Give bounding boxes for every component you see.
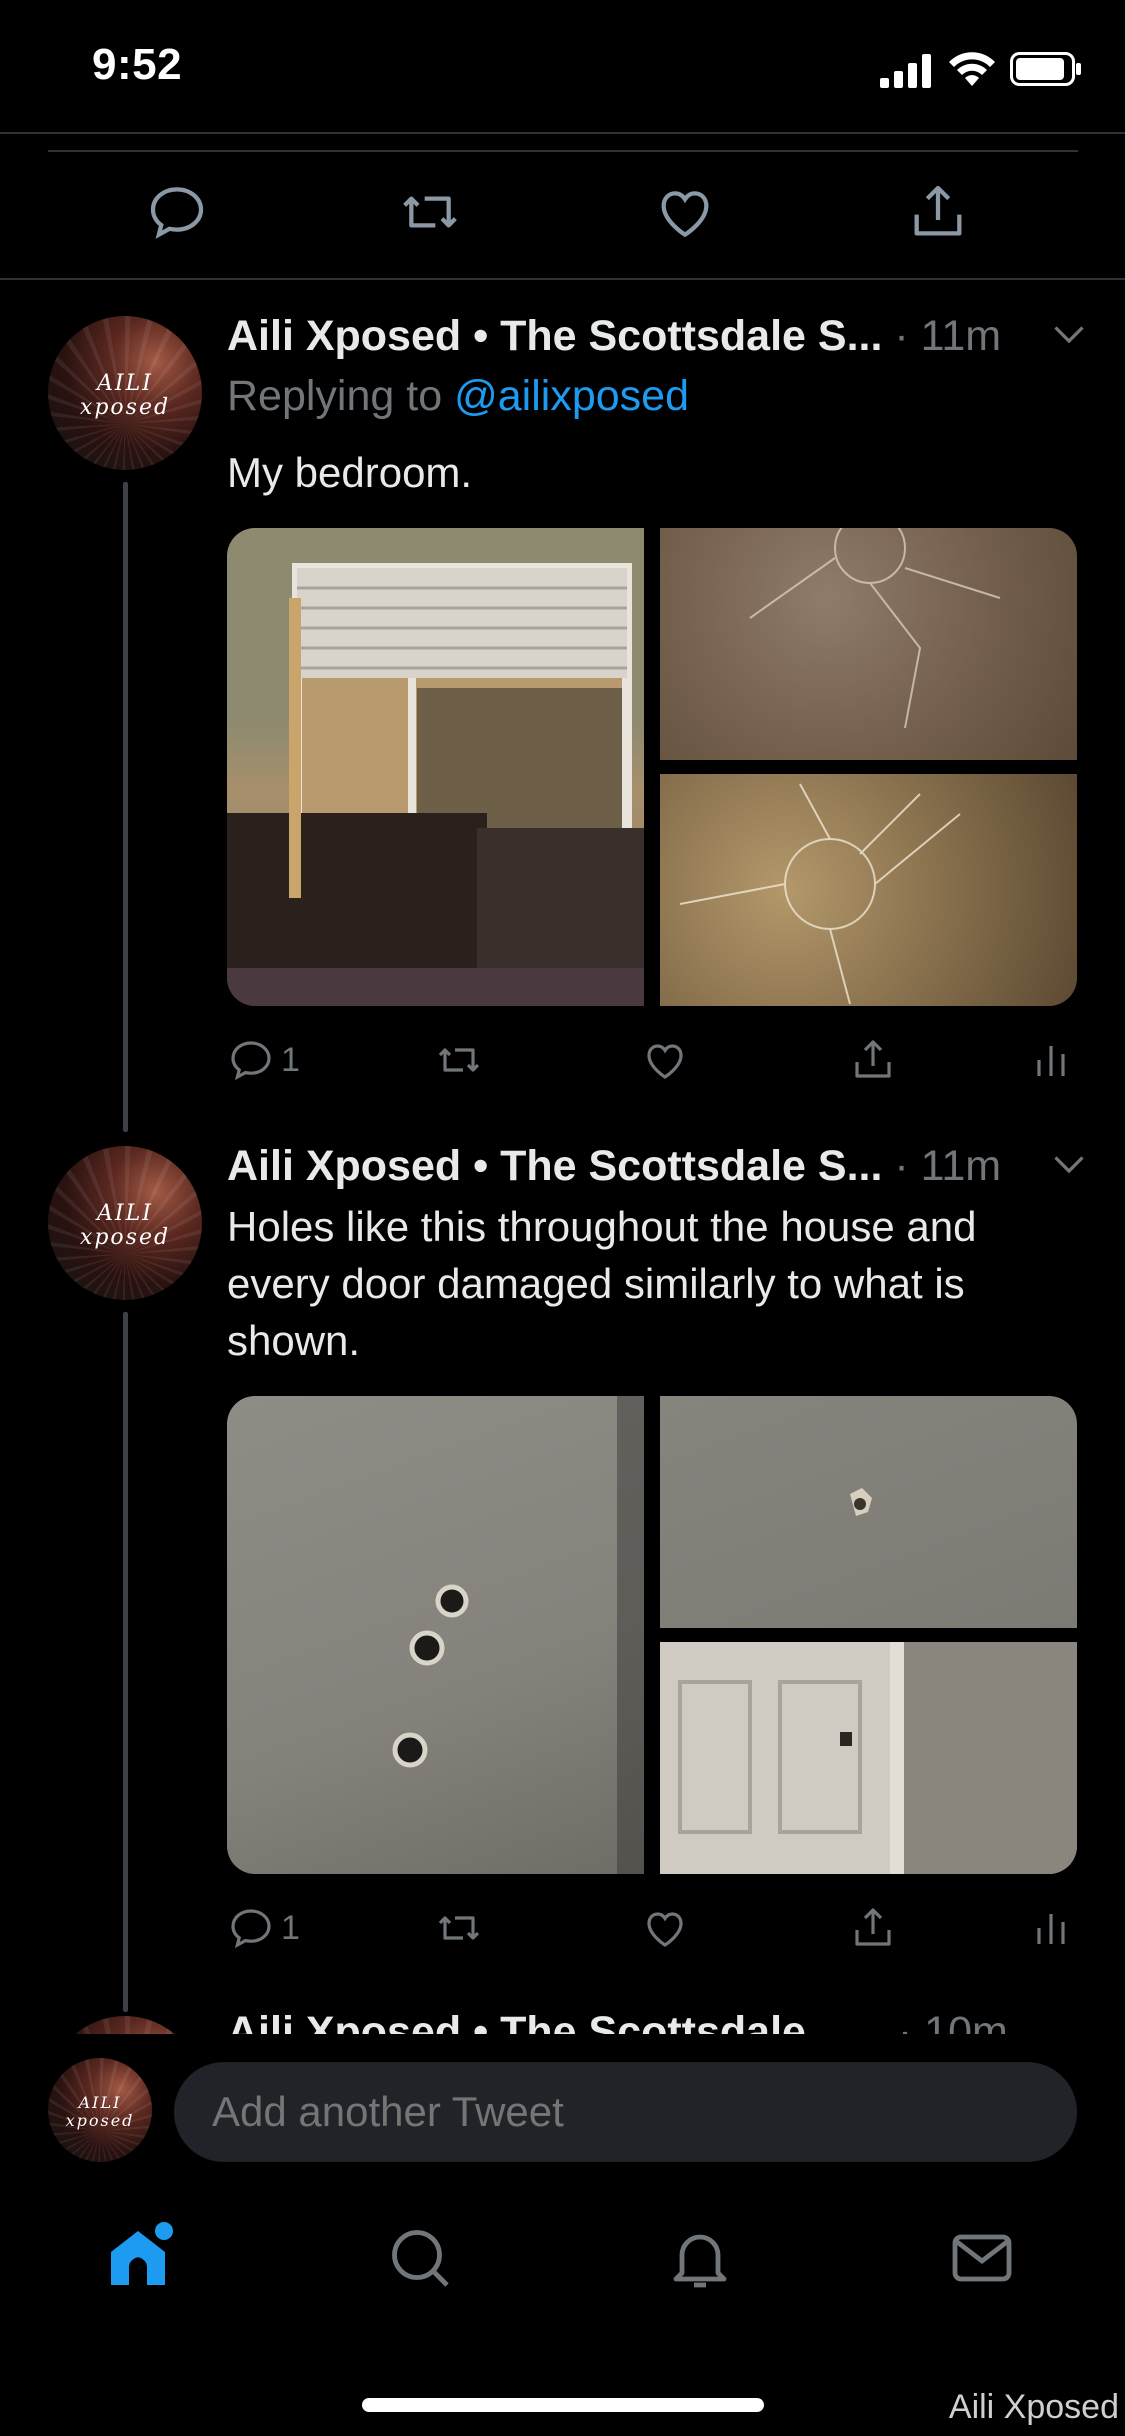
like-button[interactable] (641, 1898, 689, 1958)
home-indicator[interactable] (362, 2398, 764, 2412)
avatar: AILI xposed (48, 2058, 152, 2162)
divider (0, 132, 1125, 134)
author-name[interactable]: Aili Xposed • The Scottsdale S... (227, 1142, 882, 1190)
wifi-icon (949, 52, 995, 86)
reply-button[interactable]: 1 (227, 1898, 300, 1958)
media-photo-broken-glass[interactable] (660, 528, 1077, 760)
reply-prefix: Replying to (227, 372, 443, 420)
replying-to: Replying to @ailixposed (227, 366, 689, 426)
like-button[interactable] (641, 1030, 689, 1090)
analytics-button[interactable] (1027, 1898, 1075, 1958)
avatar[interactable]: AILI xposed (48, 1146, 202, 1300)
analytics-icon (1037, 1046, 1065, 1076)
notifications-icon (673, 2234, 727, 2288)
analytics-icon (1037, 1914, 1065, 1944)
reply-button[interactable]: 1 (227, 1030, 300, 1090)
tab-bar (0, 2200, 1125, 2340)
tweet-header: Aili Xposed • The Scottsdale S... · 11m (227, 1136, 1087, 1196)
share-button[interactable] (906, 180, 976, 250)
thread-line (123, 1312, 128, 2012)
divider (0, 278, 1125, 280)
share-icon (855, 1908, 891, 1946)
cellular-signal-icon (880, 54, 931, 88)
retweet-button[interactable] (398, 180, 468, 250)
compose-bar: AILI xposed (0, 2034, 1125, 2184)
reply-handle[interactable]: @ailixposed (454, 372, 689, 420)
watermark: Aili Xposed (948, 2388, 1119, 2426)
chevron-down-icon[interactable] (1051, 1150, 1087, 1180)
reply-count: 1 (281, 1908, 300, 1947)
home-notification-dot (155, 2222, 173, 2240)
status-bar: 9:52 (0, 0, 1125, 132)
analytics-button[interactable] (1027, 1030, 1075, 1090)
reply-icon (231, 1041, 271, 1081)
thread-line (123, 482, 128, 1132)
add-tweet-input[interactable] (174, 2062, 1077, 2162)
avatar[interactable]: AILI xposed (48, 316, 202, 470)
avatar-text: AILI xposed (79, 371, 171, 420)
retweet-icon (403, 196, 457, 228)
tab-notifications[interactable] (664, 2222, 744, 2302)
previous-tweet-actions (0, 150, 1125, 280)
reply-count: 1 (281, 1040, 300, 1079)
avatar-text: AILI xposed (65, 2093, 135, 2130)
reply-button[interactable] (145, 180, 215, 250)
tweet-time: · 11m (894, 1142, 1002, 1190)
heart-icon (661, 191, 709, 238)
reply-icon (150, 187, 204, 239)
tab-search[interactable] (384, 2222, 464, 2302)
tweet-actions: 1 (227, 1898, 1077, 1968)
retweet-button[interactable] (435, 1030, 483, 1090)
battery-icon (1010, 52, 1081, 86)
tweet-media-grid[interactable] (227, 528, 1077, 1006)
status-time: 9:52 (92, 40, 183, 89)
share-icon (855, 1040, 891, 1078)
share-icon (914, 185, 962, 236)
retweet-icon (438, 1048, 480, 1072)
media-photo-damaged-door[interactable] (660, 1642, 1077, 1874)
media-photo-wall-hole[interactable] (660, 1396, 1077, 1628)
reply-icon (231, 1909, 271, 1949)
tab-messages[interactable] (946, 2222, 1026, 2302)
heart-icon (647, 1912, 683, 1947)
search-icon (392, 2230, 449, 2287)
like-button[interactable] (653, 180, 723, 250)
messages-icon (952, 2234, 1012, 2282)
chevron-down-icon[interactable] (1051, 320, 1087, 350)
tweet-actions: 1 (227, 1030, 1077, 1100)
author-name[interactable]: Aili Xposed • The Scottsdale S... (227, 312, 882, 360)
heart-icon (647, 1044, 683, 1079)
tweet-text: Holes like this throughout the house and… (227, 1203, 977, 1364)
share-button[interactable] (849, 1030, 897, 1090)
retweet-icon (438, 1916, 480, 1940)
media-photo-window[interactable] (227, 528, 644, 1006)
share-button[interactable] (849, 1898, 897, 1958)
tweet-media-grid[interactable] (227, 1396, 1077, 1874)
tweet-text: My bedroom. (227, 449, 473, 496)
tweet-time: · 11m (894, 312, 1002, 360)
media-photo-cracked-glass[interactable] (660, 774, 1077, 1006)
media-photo-wall-holes[interactable] (227, 1396, 644, 1874)
tweet-header: Aili Xposed • The Scottsdale S... · 11m (227, 306, 1087, 366)
avatar-text: AILI xposed (79, 1201, 171, 1250)
retweet-button[interactable] (435, 1898, 483, 1958)
